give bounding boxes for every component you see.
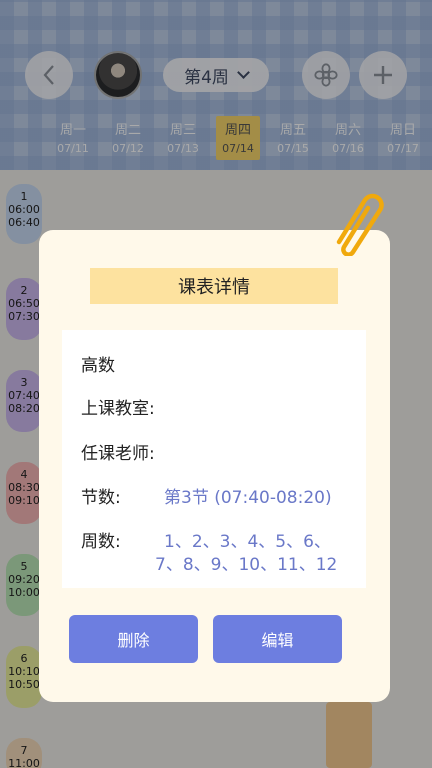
period-label: 节数: [81, 488, 121, 508]
course-detail-dialog: 课表详情 高数 上课教室: 任课老师: 节数: 第3节 (07:40-08:20… [39, 230, 390, 702]
edit-button[interactable]: 编辑 [213, 615, 342, 663]
dialog-title: 课表详情 [90, 268, 338, 304]
period-value: 第3节 (07:40-08:20) [164, 488, 332, 508]
weeks-label: 周数: [81, 532, 121, 552]
course-name: 高数 [81, 356, 115, 376]
classroom-label: 上课教室: [81, 399, 155, 419]
paperclip-icon [336, 193, 384, 256]
weeks-value-line1: 1、2、3、4、5、6、 [164, 532, 331, 552]
delete-button[interactable]: 删除 [69, 615, 198, 663]
detail-card: 高数 上课教室: 任课老师: 节数: 第3节 (07:40-08:20) 周数:… [62, 330, 366, 588]
teacher-label: 任课老师: [81, 444, 155, 464]
weeks-value-line2: 7、8、9、10、11、12 [155, 555, 338, 575]
